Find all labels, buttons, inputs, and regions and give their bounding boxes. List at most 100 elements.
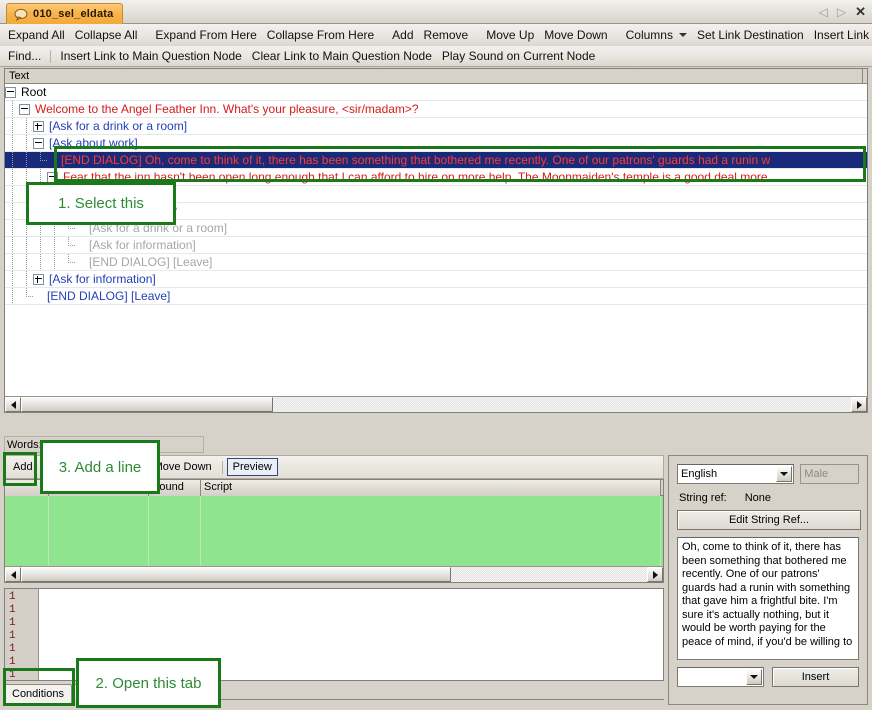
string-ref-row: String ref: None: [677, 492, 859, 504]
scroll-right-button[interactable]: [851, 397, 867, 412]
toolbar-btn-remove[interactable]: Remove: [419, 27, 474, 44]
toolbar-btn-set-link-destination[interactable]: Set Link Destination: [692, 27, 809, 44]
line-number: 1: [9, 630, 16, 642]
line-toolbar-preview[interactable]: Preview: [226, 458, 278, 476]
tree-guide: [5, 186, 19, 202]
tree-column-header: Text: [5, 69, 867, 84]
toolbar-btn-columns[interactable]: Columns: [621, 27, 692, 44]
lines-grid-body[interactable]: [5, 496, 663, 566]
toolbar-btn-play-sound-on-current-node[interactable]: Play Sound on Current Node: [437, 48, 600, 65]
grid-scroll-left-button[interactable]: [5, 567, 21, 582]
tree-row-label: [END DIALOG] Oh, come to think of it, th…: [61, 152, 771, 167]
tree-guide: [19, 152, 33, 168]
tree-row[interactable]: [END DIALOG] [Leave]: [5, 288, 867, 305]
grid-cell[interactable]: [5, 496, 49, 566]
tree-guide: [19, 118, 33, 134]
grid-header-cell[interactable]: Script: [201, 480, 661, 496]
tree-guide: [5, 101, 19, 117]
grid-horizontal-scrollbar[interactable]: [5, 566, 663, 582]
tree-collapse-icon[interactable]: [5, 86, 16, 98]
tree-row-label: [END DIALOG] [Leave]: [89, 254, 213, 269]
tree-guide: [5, 169, 19, 185]
grid-scroll-right-button[interactable]: [647, 567, 663, 582]
tree-row[interactable]: [END DIALOG] [Leave]: [5, 254, 867, 271]
line-toolbar-add[interactable]: Add: [7, 458, 39, 476]
tree-row[interactable]: [Ask for a drink or a room]: [5, 118, 867, 135]
tree-row-label: [Ask for a drink or a room]: [49, 118, 188, 133]
tree-row[interactable]: [Ask for information]: [5, 271, 867, 288]
tree-row[interactable]: Root: [5, 84, 867, 101]
tree-guide: [19, 288, 33, 304]
gender-field: Male: [800, 464, 859, 484]
scroll-thumb[interactable]: [21, 397, 273, 412]
document-tab[interactable]: 010_sel_eldata: [6, 3, 124, 24]
toolbar-btn-insert-link[interactable]: Insert Link: [809, 27, 872, 44]
document-tab-label: 010_sel_eldata: [33, 8, 114, 20]
toolbar-btn-collapse-all[interactable]: Collapse All: [70, 27, 143, 44]
language-row: English Male: [677, 464, 859, 484]
annotation-step-3: 3. Add a line: [40, 440, 160, 494]
toolbar-btn-find[interactable]: Find...: [3, 48, 46, 65]
nav-prev-icon[interactable]: ◁: [819, 5, 828, 19]
chevron-down-icon[interactable]: [746, 669, 763, 685]
toolbar-separator: [50, 49, 52, 63]
tree-guide: [19, 237, 33, 253]
toolbar-btn-move-down[interactable]: Move Down: [539, 27, 612, 44]
toolbar-btn-move-up[interactable]: Move Up: [481, 27, 539, 44]
tree-row-label: [Ask for information]: [49, 271, 156, 286]
tree-collapse-icon[interactable]: [47, 171, 58, 183]
tree-guide: [33, 254, 47, 270]
edit-string-ref-button[interactable]: Edit String Ref...: [677, 510, 861, 530]
tree-expand-icon[interactable]: [33, 120, 44, 132]
scroll-left-button[interactable]: [5, 397, 21, 412]
toolbar-btn-add[interactable]: Add: [387, 27, 418, 44]
tree-row[interactable]: [Ask about work]: [5, 135, 867, 152]
toolbar-btn-collapse-from-here[interactable]: Collapse From Here: [262, 27, 379, 44]
language-select[interactable]: English: [677, 464, 795, 484]
insert-button[interactable]: Insert: [772, 667, 859, 687]
nav-next-icon[interactable]: ▷: [837, 5, 846, 19]
tree-row[interactable]: [END DIALOG] Oh, come to think of it, th…: [5, 152, 867, 169]
close-icon[interactable]: ✕: [855, 4, 866, 20]
tree-row-label: Welcome to the Angel Feather Inn. What's…: [35, 101, 419, 116]
insert-token-select[interactable]: [677, 667, 765, 687]
toolbar-primary: Expand All Collapse All Expand From Here Co…: [0, 24, 872, 46]
editor-tab-conditions[interactable]: Conditions: [4, 684, 72, 703]
tree-column-text[interactable]: Text: [5, 69, 863, 84]
grid-scroll-thumb[interactable]: [21, 567, 451, 582]
toolbar-btn-expand-from-here[interactable]: Expand From Here: [150, 27, 261, 44]
toolbar-btn-insert-link-to-main-question-node[interactable]: Insert Link to Main Question Node: [55, 48, 246, 65]
tree-collapse-icon[interactable]: [33, 137, 44, 149]
dialog-tree-panel: Text Root Welcome to the Angel Feather In…: [4, 68, 868, 413]
tree-horizontal-scrollbar[interactable]: [5, 396, 867, 412]
language-select-value: English: [681, 468, 718, 480]
tree-row[interactable]: Welcome to the Angel Feather Inn. What's…: [5, 101, 867, 118]
line-toolbar-separator: [221, 460, 223, 474]
toolbar-btn-clear-link-to-main-question-node[interactable]: Clear Link to Main Question Node: [247, 48, 437, 65]
line-number: 1: [9, 669, 16, 681]
line-number: 1: [9, 617, 16, 629]
grid-cell[interactable]: [49, 496, 149, 566]
tree-guide: [5, 254, 19, 270]
tree-guide: [5, 237, 19, 253]
tree-row-label: Root: [21, 84, 47, 99]
tree-row-label: [END DIALOG] [Leave]: [47, 288, 171, 303]
application-window: 010_sel_eldata ◁ ▷ ✕ Expand All Collapse …: [0, 0, 872, 710]
chevron-down-icon[interactable]: [776, 466, 793, 482]
speech-bubble-icon: [14, 8, 28, 21]
line-number-gutter: 1111111: [5, 589, 39, 680]
tree-guide: [47, 237, 61, 253]
string-ref-value: None: [744, 492, 771, 504]
tree-row-label: [Ask for information]: [89, 237, 196, 252]
grid-cell[interactable]: [149, 496, 201, 566]
tree-guide: [5, 203, 19, 219]
tree-expand-icon[interactable]: [33, 273, 44, 285]
grid-cell[interactable]: [201, 496, 661, 566]
tree-guide: [33, 237, 47, 253]
lines-grid[interactable]: TextSoundScript: [4, 479, 664, 583]
tree-row[interactable]: [Ask for information]: [5, 237, 867, 254]
toolbar-btn-expand-all[interactable]: Expand All: [3, 27, 70, 44]
tree-collapse-icon[interactable]: [19, 103, 30, 115]
line-number: 1: [9, 591, 16, 603]
dialog-text-area[interactable]: Oh, come to think of it, there has been …: [677, 537, 859, 660]
